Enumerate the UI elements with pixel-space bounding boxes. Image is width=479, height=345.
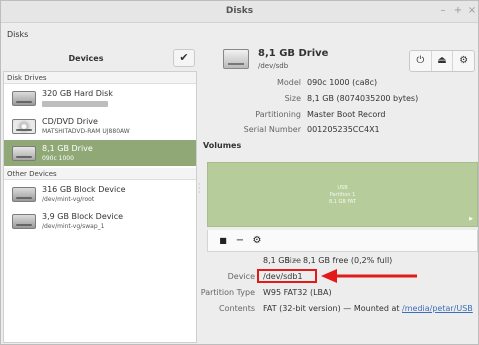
partition-options-button[interactable]: ⚙ [250,234,264,248]
property-value-model: 090c 1000 (ca8c) [307,78,378,87]
property-label-partitioning: Partitioning [255,110,301,119]
power-icon: ⏻ [416,55,425,66]
block-device-icon [12,187,36,202]
optical-drive-icon [12,119,36,134]
drive-icon [223,49,249,69]
device-list: Disk Drives 320 GB Hard Disk CD/DVD Driv… [3,71,197,343]
eject-button[interactable]: ⏏ [432,51,454,71]
annotation-arrow-icon [321,269,417,283]
volume-label-device: Device [227,272,255,281]
device-subtitle: MATSHITADVD-RAM UJ880AW [42,128,130,135]
device-row-cd-dvd-drive[interactable]: CD/DVD Drive MATSHITADVD-RAM UJ880AW [4,113,196,139]
select-mode-button[interactable]: ✔ [173,49,195,67]
property-label-size: Size [284,94,301,103]
device-row-316gb-block[interactable]: 316 GB Block Device /dev/mint-vg/root [4,181,196,207]
menu-bar: Disks [1,24,478,44]
device-row-3-9gb-block[interactable]: 3,9 GB Block Device /dev/mint-vg/swap_1 [4,208,196,234]
device-row-8gb-drive[interactable]: 8,1 GB Drive 090c 1000 [4,140,196,166]
minimize-button[interactable]: – [437,5,449,17]
volume-value-size: 8,1 GB — 8,1 GB free (0,2% full) [263,256,393,265]
device-name: 8,1 GB Drive [42,144,93,153]
block-device-icon [12,214,36,229]
drive-options-button[interactable]: ⚙ [453,51,474,71]
drive-title: 8,1 GB Drive [258,48,329,59]
device-row-320gb-hard-disk[interactable]: 320 GB Hard Disk [4,85,196,111]
window-title: Disks [225,6,254,16]
close-button[interactable]: × [466,5,478,17]
power-off-button[interactable]: ⏻ [410,51,432,71]
unmount-button[interactable]: ■ [216,234,230,248]
redacted-serial [42,101,108,107]
volume-partition-number: Partition 1 [329,192,356,198]
volume-size-fs: 8,1 GB FAT [329,199,356,205]
volume-toolbar: ■ − ⚙ [207,230,478,252]
contents-description: FAT (32-bit version) — Mounted at [263,304,403,313]
property-label-serial: Serial Number [243,125,301,134]
devices-header-label: Devices [68,54,104,63]
device-subtitle: /dev/mint-vg/swap_1 [42,223,105,230]
device-subtitle: /dev/mint-vg/root [42,196,95,203]
volumes-heading: Volumes [203,141,242,150]
app-menu-disks[interactable]: Disks [7,30,28,39]
device-name: 316 GB Block Device [42,185,126,194]
device-name: CD/DVD Drive [42,117,98,126]
volume-label-partition-type: Partition Type [200,288,255,297]
section-other-devices: Other Devices [4,168,196,180]
property-value-partitioning: Master Boot Record [307,110,386,119]
delete-partition-button[interactable]: − [233,234,247,248]
drive-toolbar: ⏻ ⏏ ⚙ [409,50,475,72]
pane-divider-grip[interactable]: · · · [198,181,202,197]
volume-value-contents: FAT (32-bit version) — Mounted at /media… [263,304,473,313]
drive-device-path: /dev/sdb [258,62,289,70]
devices-header: Devices ✔ [3,49,197,69]
play-triangle-icon: ▶ [469,216,473,222]
device-subtitle: 090c 1000 [42,155,74,162]
volume-label: USB [337,185,348,191]
title-bar: Disks – + × [1,1,478,23]
device-name: 3,9 GB Block Device [42,212,124,221]
checkmark-icon: ✔ [179,51,189,64]
eject-icon: ⏏ [437,55,447,66]
maximize-button[interactable]: + [452,5,464,17]
mount-point-link[interactable]: /media/petar/USB [402,304,473,313]
disks-window: Disks – + × Disks Devices ✔ Disk Drives … [0,0,479,345]
hard-disk-icon [12,91,36,106]
volume-label-contents: Contents [219,304,255,313]
volume-partition-block[interactable]: USB Partition 1 8,1 GB FAT ▶ [207,162,478,227]
usb-drive-icon [12,146,36,161]
gear-icon: ⚙ [459,55,469,66]
property-value-serial: 001205235CC4X1 [307,125,380,134]
annotation-highlight-box [257,269,317,283]
property-value-size: 8,1 GB (8074035200 bytes) [307,94,419,103]
section-disk-drives: Disk Drives [4,72,196,84]
property-label-model: Model [276,78,301,87]
volume-value-partition-type: W95 FAT32 (LBA) [263,288,332,297]
device-name: 320 GB Hard Disk [42,89,113,98]
